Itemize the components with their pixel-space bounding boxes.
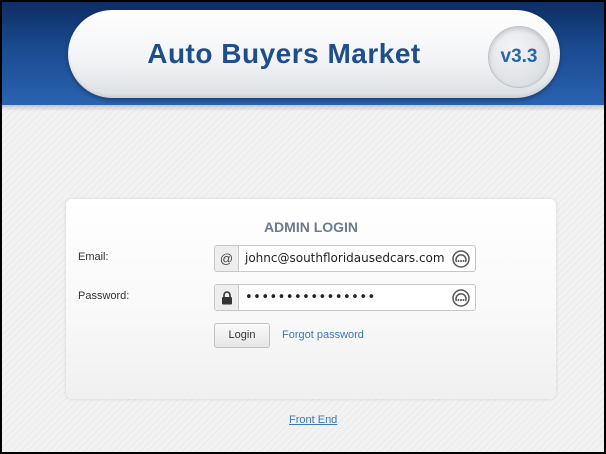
password-input-group: •••••••••••••••• [214,284,476,311]
front-end-link[interactable]: Front End [289,414,337,426]
login-panel-title: ADMIN LOGIN [263,219,359,235]
login-button[interactable]: Login [214,323,270,348]
password-manager-key-icon[interactable] [447,285,475,310]
email-label: Email: [78,251,109,263]
email-input-group: @ johnc@southfloridausedcars.com [214,245,476,272]
email-field[interactable]: johnc@southfloridausedcars.com [239,246,447,271]
page-frame: Auto Buyers Market v3.3 ADMIN LOGIN Emai… [2,2,604,452]
header-shadow [2,105,604,111]
app-title: Auto Buyers Market [147,38,421,69]
password-manager-key-icon[interactable] [447,246,475,271]
forgot-password-link[interactable]: Forgot password [282,329,364,341]
at-sign-icon: @ [215,246,239,271]
lock-icon [215,285,239,310]
password-label: Password: [78,290,130,302]
password-field[interactable]: •••••••••••••••• [239,285,447,310]
version-badge: v3.3 [488,26,550,88]
